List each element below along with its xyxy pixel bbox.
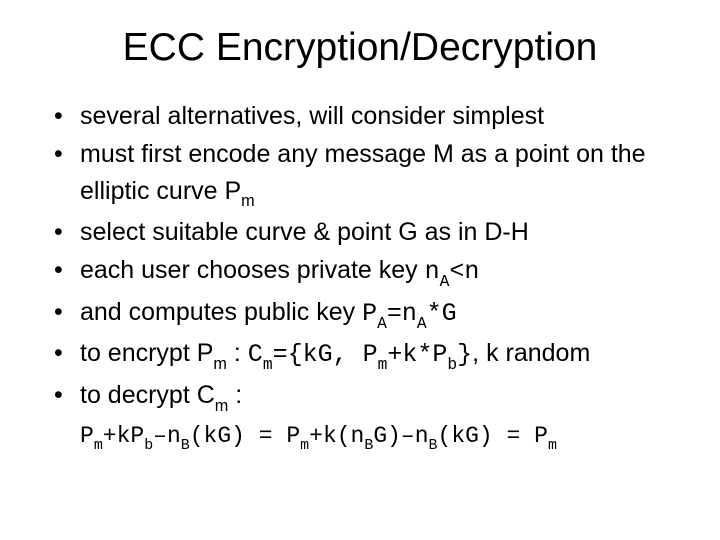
subscript: A [377, 314, 387, 333]
subscript: A [440, 272, 450, 291]
subscript: m [263, 355, 273, 374]
subscript: m [378, 355, 388, 374]
mono-text: =n [387, 299, 417, 328]
mono-text: P [362, 299, 377, 328]
bullet-text: to decrypt C [80, 381, 215, 409]
subscript: A [417, 314, 427, 333]
mono-text: C [248, 340, 263, 369]
bullet-text: and computes public key [80, 298, 362, 326]
bullet-text: each user chooses private key [80, 256, 425, 284]
slide: ECC Encryption/Decryption several altern… [0, 0, 720, 540]
list-item: to decrypt Cm : [50, 377, 680, 417]
mono-text: n [425, 257, 440, 286]
bullet-list: several alternatives, will consider simp… [50, 98, 680, 417]
mono-text: –n [153, 423, 181, 449]
bullet-text: select suitable curve & point G as in D-… [80, 218, 529, 246]
subscript: B [181, 438, 190, 454]
list-item: and computes public key PA=nA*G [50, 294, 680, 334]
bullet-text: : [228, 381, 242, 409]
decrypt-formula: Pm+kPb–nB(kG) = Pm+k(nBG)–nB(kG) = Pm [80, 423, 680, 453]
mono-text: +k(n [309, 423, 364, 449]
subscript: B [364, 438, 373, 454]
mono-text: P [80, 423, 94, 449]
list-item: to encrypt Pm : Cm={kG, Pm+k*Pb}, k rand… [50, 335, 680, 375]
bullet-text: : [227, 339, 248, 367]
list-item: each user chooses private key nA<n [50, 252, 680, 292]
subscript: m [300, 438, 309, 454]
subscript: B [429, 438, 438, 454]
mono-text: (kG) = P [438, 423, 548, 449]
list-item: must first encode any message M as a poi… [50, 136, 680, 212]
slide-title: ECC Encryption/Decryption [40, 26, 680, 70]
list-item: select suitable curve & point G as in D-… [50, 214, 680, 250]
mono-text: ={kG, P [273, 340, 378, 369]
subscript: m [548, 438, 557, 454]
list-item: several alternatives, will consider simp… [50, 98, 680, 134]
bullet-text: , k random [472, 339, 590, 367]
mono-text: } [457, 340, 472, 369]
subscript: b [144, 438, 153, 454]
subscript: m [241, 192, 255, 210]
mono-text: *G [427, 299, 457, 328]
bullet-text: to encrypt P [80, 339, 213, 367]
subscript: m [213, 355, 227, 373]
mono-text: +k*P [387, 340, 447, 369]
subscript: b [447, 355, 457, 374]
subscript: m [94, 438, 103, 454]
mono-text: G)–n [373, 423, 428, 449]
mono-text: +kP [103, 423, 144, 449]
bullet-text: several alternatives, will consider simp… [80, 102, 544, 130]
subscript: m [215, 397, 229, 415]
bullet-text: must first encode any message M as a poi… [80, 140, 646, 204]
mono-text: (kG) = P [190, 423, 300, 449]
mono-text: <n [449, 257, 479, 286]
